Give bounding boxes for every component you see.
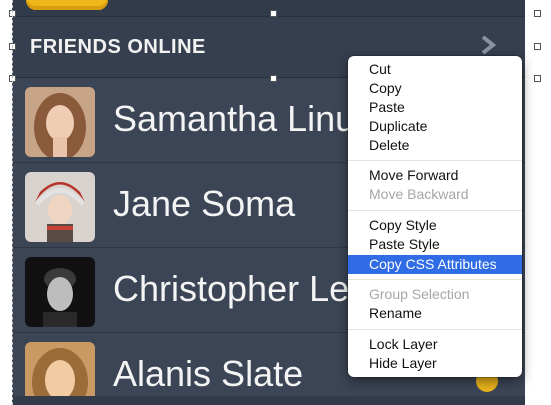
friend-name: Samantha Linu: [113, 98, 356, 139]
avatar: [25, 87, 95, 157]
menu-item-copy-css-attributes[interactable]: Copy CSS Attributes: [348, 255, 522, 274]
section-title: FRIENDS ONLINE: [30, 36, 206, 58]
selection-handle[interactable]: [270, 10, 277, 17]
menu-item-copy[interactable]: Copy: [348, 79, 522, 98]
app-icon: [26, 0, 108, 10]
avatar: [25, 172, 95, 242]
menu-item-lock-layer[interactable]: Lock Layer: [348, 335, 522, 354]
avatar: [25, 257, 95, 327]
bottom-strip: [12, 396, 525, 405]
selection-handle[interactable]: [534, 75, 541, 82]
menu-item-duplicate[interactable]: Duplicate: [348, 117, 522, 136]
selection-handle[interactable]: [534, 43, 541, 50]
selection-handle[interactable]: [534, 10, 541, 17]
canvas-margin: [526, 0, 551, 405]
menu-item-rename[interactable]: Rename: [348, 304, 522, 323]
menu-separator: [348, 279, 522, 280]
menu-item-hide-layer[interactable]: Hide Layer: [348, 354, 522, 373]
menu-item-copy-style[interactable]: Copy Style: [348, 216, 522, 235]
menu-separator: [348, 329, 522, 330]
menu-item-cut[interactable]: Cut: [348, 60, 522, 79]
chevron-right-icon[interactable]: [478, 35, 498, 55]
menu-separator: [348, 210, 522, 211]
menu-item-paste[interactable]: Paste: [348, 98, 522, 117]
friend-name: Alanis Slate: [113, 353, 304, 394]
top-toolbar-strip: [12, 0, 525, 17]
menu-item-group-selection: Group Selection: [369, 286, 470, 302]
menu-separator: [348, 160, 522, 161]
menu-item-move-backward: Move Backward: [369, 186, 469, 202]
context-menu: Cut Copy Paste Duplicate Delete Move For…: [348, 56, 522, 377]
menu-item-paste-style[interactable]: Paste Style: [348, 235, 522, 254]
selection-handle[interactable]: [270, 75, 277, 82]
menu-item-move-forward[interactable]: Move Forward: [348, 166, 522, 185]
friend-name: Jane Soma: [113, 183, 296, 224]
menu-item-delete[interactable]: Delete: [348, 136, 522, 155]
selection-guide: [12, 0, 13, 405]
friend-name: Christopher Lec: [113, 268, 368, 309]
